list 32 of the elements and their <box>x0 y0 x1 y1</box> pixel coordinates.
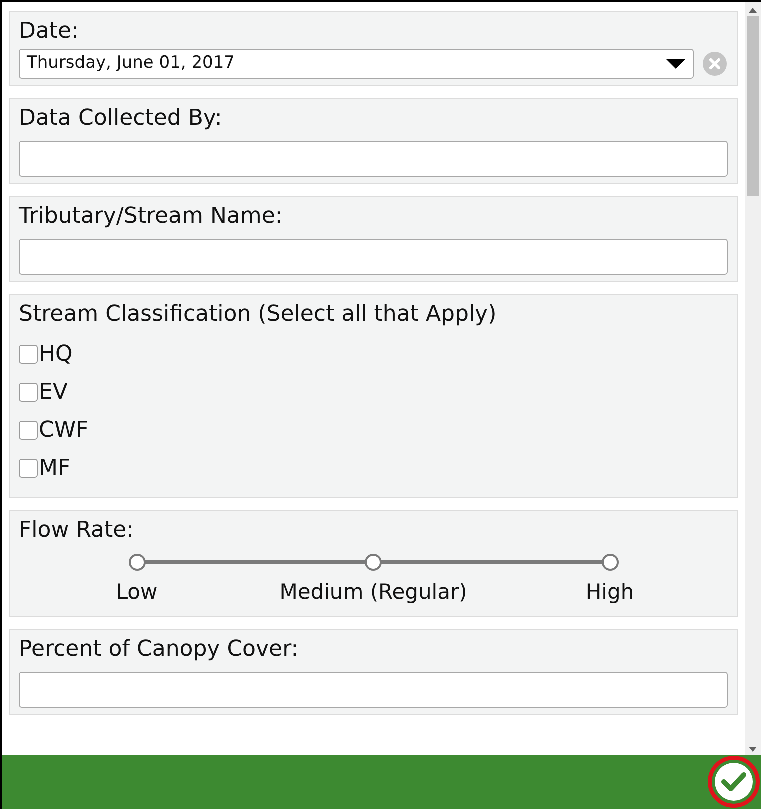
field-label: Date: <box>19 18 80 46</box>
confirm-button[interactable] <box>708 756 760 808</box>
radio-stop[interactable] <box>128 554 146 571</box>
checkbox[interactable] <box>19 345 38 364</box>
text-field[interactable] <box>19 141 728 177</box>
text-field[interactable] <box>19 239 728 275</box>
radio-stop[interactable] <box>602 554 618 571</box>
slider-label[interactable]: High <box>586 577 634 608</box>
checkbox[interactable] <box>19 459 38 478</box>
dropdown-caret-icon <box>666 58 686 70</box>
checkbox-label[interactable]: CWF <box>39 414 89 447</box>
checkmark-icon <box>714 762 754 802</box>
checkbox-label[interactable]: HQ <box>39 338 73 371</box>
slider-label[interactable]: Medium (Regular) <box>280 577 468 608</box>
slider-label[interactable]: Low <box>116 577 158 608</box>
field-label: Stream Classification (Select all that Apply) <box>19 301 498 329</box>
scroll-up-icon[interactable] <box>748 6 758 14</box>
scroll-down-icon[interactable] <box>748 745 758 753</box>
text-field[interactable] <box>19 672 728 708</box>
date-dropdown[interactable]: Thursday, June 01, 2017 <box>19 49 694 79</box>
scrollbar[interactable] <box>745 2 761 755</box>
field-label: Data Collected By: <box>19 105 224 133</box>
radio-stop[interactable] <box>365 554 382 571</box>
scrollbar-thumb[interactable] <box>747 16 759 196</box>
field-label: Tributary/Stream Name: <box>19 203 284 231</box>
checkbox[interactable] <box>19 421 38 440</box>
field-label: Flow Rate: <box>19 517 136 545</box>
checkbox-label[interactable]: MF <box>39 452 71 485</box>
checkbox[interactable] <box>19 383 38 402</box>
checkbox-label[interactable]: EV <box>39 376 68 409</box>
field-label: Percent of Canopy Cover: <box>19 636 300 664</box>
clear-icon[interactable] <box>702 51 728 77</box>
